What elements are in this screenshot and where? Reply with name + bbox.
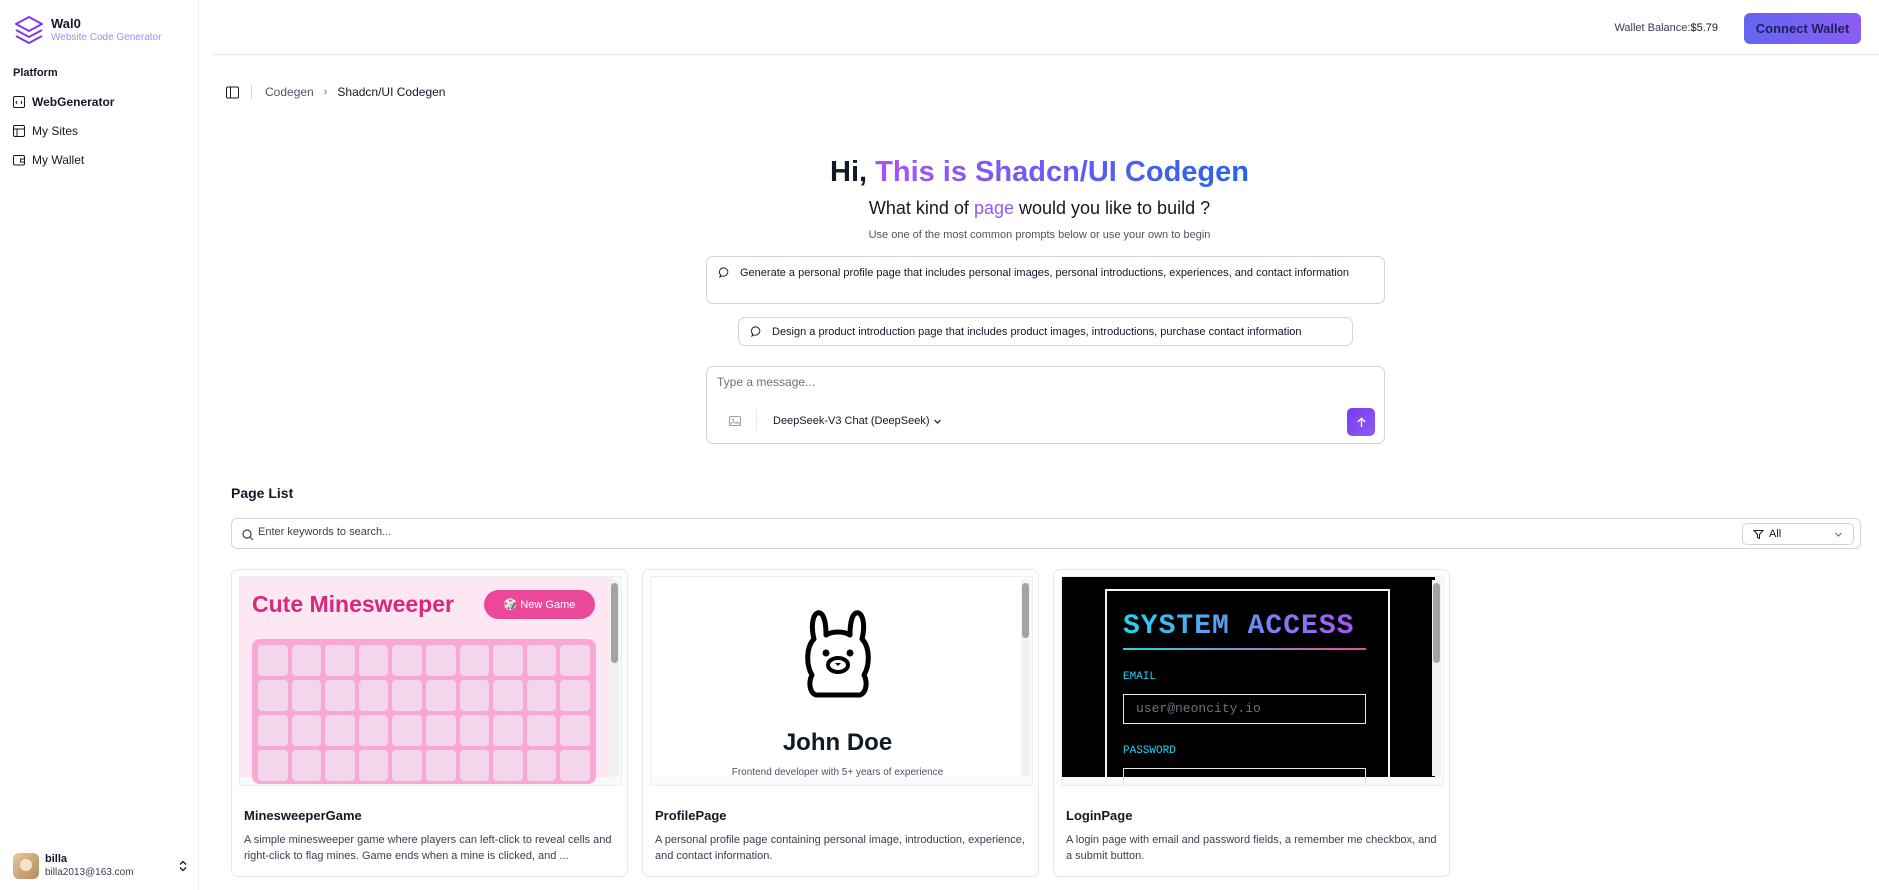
sidebar-item-webgenerator[interactable]: WebGenerator (13, 87, 188, 116)
suggested-prompt-text: Design a product introduction page that … (772, 326, 1302, 338)
sidebar-item-my-sites[interactable]: My Sites (13, 116, 188, 145)
layers-logo-icon (15, 16, 43, 44)
sidebar-item-label: WebGenerator (32, 94, 115, 109)
preview-password-field (1123, 768, 1366, 785)
arrow-up-icon (1356, 416, 1366, 427)
llama-avatar-icon (805, 610, 871, 698)
user-menu[interactable]: billa billa2013@163.com (13, 853, 188, 879)
preview-heading: Cute Minesweeper (252, 591, 454, 617)
profile-preview: John Doe Frontend developer with 5+ year… (651, 577, 1024, 778)
layout-icon (13, 124, 25, 137)
hero-question: What kind of page would you like to buil… (0, 198, 1879, 219)
page-card-minesweeper[interactable]: Cute Minesweeper 🎲 New Game MinesweeperG… (231, 569, 628, 877)
card-title: MinesweeperGame (244, 808, 362, 823)
wallet-balance-amount: $5.79 (1690, 22, 1718, 34)
page-card-login[interactable]: SYSTEM ACCESS EMAIL user@neoncity.io PAS… (1053, 569, 1450, 877)
search-icon (242, 529, 254, 541)
model-select[interactable]: DeepSeek-V3 Chat (DeepSeek) (773, 415, 942, 427)
brand-name: Wal0 (51, 16, 81, 31)
page-search-bar: All (231, 518, 1861, 549)
minesweeper-preview: Cute Minesweeper 🎲 New Game (240, 577, 613, 784)
breadcrumb-divider (251, 85, 252, 99)
preview-email-label: EMAIL (1123, 671, 1157, 683)
preview-heading: SYSTEM ACCESS (1123, 611, 1355, 642)
wallet-balance-label: Wallet Balance: (1614, 22, 1691, 34)
hero-greeting: Hi, (830, 156, 876, 188)
page-preview: Cute Minesweeper 🎲 New Game (239, 576, 622, 786)
message-circle-icon (719, 267, 729, 278)
suggested-prompt-text: Generate a personal profile page that in… (740, 267, 1350, 279)
page-card-profile[interactable]: John Doe Frontend developer with 5+ year… (642, 569, 1039, 877)
sidebar-item-label: My Sites (32, 123, 79, 138)
card-description: A simple minesweeper game where players … (244, 834, 612, 862)
preview-password-label: PASSWORD (1123, 745, 1176, 757)
message-circle-icon (751, 326, 761, 337)
breadcrumb-parent[interactable]: Codegen (265, 85, 314, 99)
preview-email-field: user@neoncity.io (1123, 694, 1366, 724)
page-list-title: Page List (231, 485, 294, 501)
sidebar-toggle-icon[interactable] (226, 86, 239, 99)
brand-subtitle: Website Code Generator (51, 32, 162, 43)
hero-question-accent: page (973, 198, 1014, 218)
wallet-balance: Wallet Balance:$5.79 (1614, 22, 1718, 34)
send-button[interactable] (1347, 408, 1375, 436)
page-preview: John Doe Frontend developer with 5+ year… (650, 576, 1033, 786)
connect-wallet-button[interactable]: Connect Wallet (1744, 13, 1861, 44)
suggested-prompt[interactable]: Generate a personal profile page that in… (706, 256, 1385, 304)
avatar (13, 853, 39, 879)
brand[interactable]: Wal0 Website Code Generator (13, 14, 161, 46)
page-title: Hi, This is Shadcn/UI Codegen (0, 156, 1879, 189)
sidebar: Wal0 Website Code Generator Platform Web… (0, 0, 199, 890)
minesweeper-grid (252, 639, 596, 784)
top-bar: Wallet Balance:$5.79 Connect Wallet (212, 0, 1879, 55)
preview-scrollbar[interactable] (1021, 580, 1030, 776)
page-preview: SYSTEM ACCESS EMAIL user@neoncity.io PAS… (1061, 576, 1444, 786)
hero-question-before: What kind of (868, 198, 974, 218)
message-input[interactable] (717, 375, 1337, 389)
heading-underline (1123, 648, 1366, 650)
chevron-down-icon (1835, 532, 1842, 537)
preview-new-game-button: 🎲 New Game (484, 590, 595, 619)
hero-hint: Use one of the most common prompts below… (868, 229, 1211, 241)
image-upload-icon[interactable] (729, 415, 741, 427)
breadcrumb: Codegen › Shadcn/UI Codegen (226, 85, 445, 99)
hero-title-highlight: This is Shadcn/UI Codegen (875, 156, 1249, 188)
preview-profile-subtitle: Frontend developer with 5+ years of expe… (731, 767, 944, 778)
filter-value: All (1769, 528, 1782, 540)
card-title: ProfilePage (655, 808, 727, 823)
chevron-right-icon: › (323, 86, 328, 98)
model-select-value: DeepSeek-V3 Chat (DeepSeek) (773, 415, 930, 427)
chevrons-up-down-icon (179, 860, 187, 872)
composer-divider (756, 410, 757, 430)
filter-icon (1753, 529, 1764, 539)
page-search-input[interactable] (258, 526, 1558, 538)
preview-scrollbar[interactable] (1432, 580, 1441, 776)
filter-select[interactable]: All (1742, 523, 1854, 545)
card-description: A login page with email and password fie… (1066, 834, 1437, 862)
suggested-prompt[interactable]: Design a product introduction page that … (738, 317, 1353, 346)
login-preview: SYSTEM ACCESS EMAIL user@neoncity.io PAS… (1062, 577, 1435, 785)
code-window-icon (13, 95, 25, 108)
platform-section-label: Platform (13, 67, 58, 79)
preview-profile-name: John Doe (782, 729, 893, 756)
hero-question-after: would you like to build ? (1013, 198, 1211, 218)
user-email: billa2013@163.com (45, 867, 134, 878)
chevron-down-icon (933, 419, 941, 424)
card-title: LoginPage (1066, 808, 1133, 823)
user-name: billa (45, 853, 68, 865)
preview-scrollbar[interactable] (610, 580, 619, 776)
message-composer: DeepSeek-V3 Chat (DeepSeek) (706, 366, 1385, 444)
card-description: A personal profile page containing perso… (655, 834, 1025, 862)
breadcrumb-current: Shadcn/UI Codegen (337, 85, 446, 99)
